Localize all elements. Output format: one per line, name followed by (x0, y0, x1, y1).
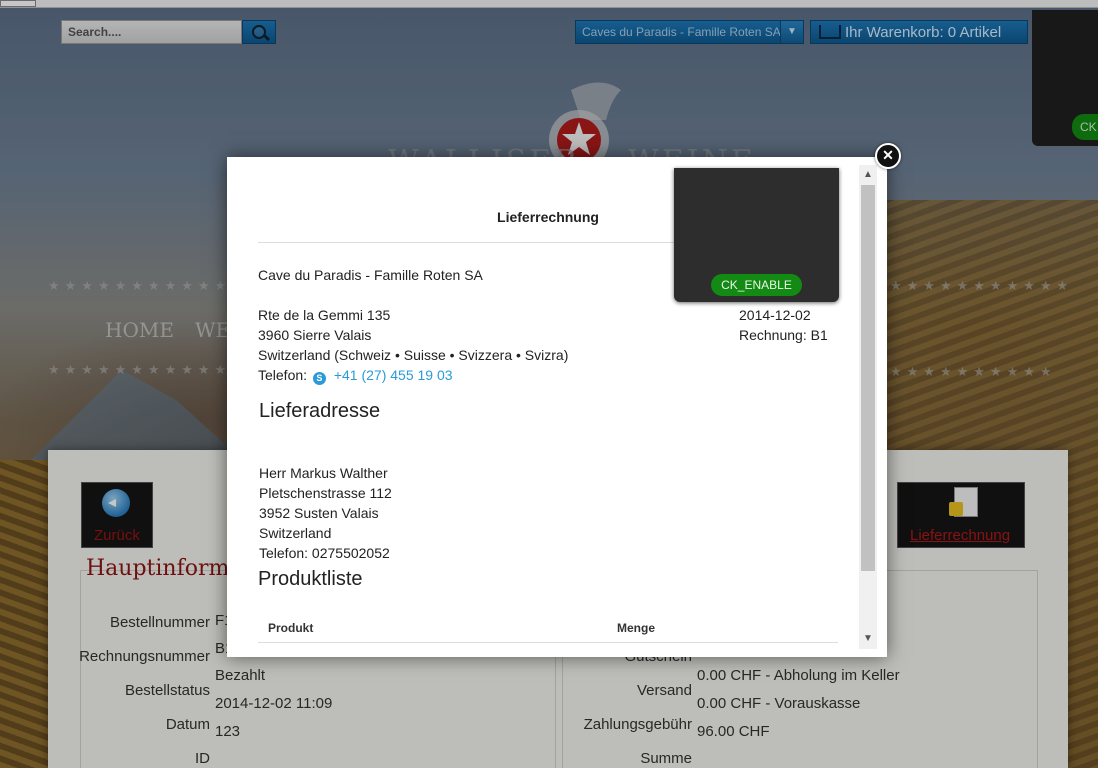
column-header-product: Produkt (268, 621, 314, 635)
invoice-number: Rechnung: B1 (739, 327, 828, 343)
delivery-country: Switzerland (259, 525, 332, 541)
scroll-down-icon[interactable]: ▼ (859, 631, 877, 647)
skype-icon[interactable]: S (312, 372, 326, 385)
delivery-name: Herr Markus Walther (259, 465, 388, 481)
sender-street: Rte de la Gemmi 135 (258, 307, 391, 323)
sender-country: Switzerland (Schweiz • Suisse • Svizzera… (258, 347, 569, 363)
close-icon[interactable]: ✕ (875, 143, 901, 169)
modal-scrollbar[interactable]: ▲ ▼ (859, 165, 877, 649)
ck-enable-button[interactable]: CK_ENABLE (711, 274, 802, 296)
delivery-city: 3952 Susten Valais (259, 505, 379, 521)
products-heading: Produktliste (258, 568, 363, 590)
phone-link[interactable]: +41 (27) 455 19 03 (334, 367, 453, 383)
sender-company: Cave du Paradis - Famille Roten SA (258, 267, 483, 283)
delivery-heading: Lieferadresse (259, 400, 381, 422)
column-header-quantity: Menge (617, 621, 656, 635)
delivery-street: Pletschenstrasse 112 (259, 485, 392, 501)
delivery-phone: Telefon: 0275502052 (259, 545, 390, 561)
scroll-up-icon[interactable]: ▲ (859, 167, 877, 183)
invoice-date: 2014-12-02 (739, 307, 811, 323)
phone-label: Telefon: (258, 367, 308, 383)
scrollbar-thumb[interactable] (861, 185, 875, 571)
ck-panel: CK_ENABLE (674, 168, 839, 302)
sender-phone-row: Telefon: S +41 (27) 455 19 03 (258, 367, 453, 385)
sender-city: 3960 Sierre Valais (258, 327, 372, 343)
product-table-header: Produkt Menge (258, 615, 838, 643)
